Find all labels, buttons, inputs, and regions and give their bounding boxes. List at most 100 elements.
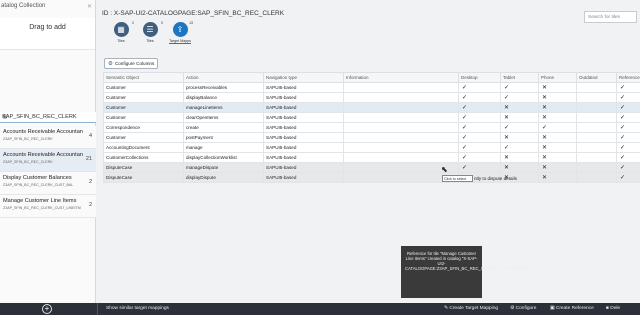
table-row[interactable]: DisputeCasedisplayDisputeSAPUI5-based✓✕✕… xyxy=(103,172,640,183)
table-cell-o xyxy=(576,102,617,113)
catalog-item[interactable]: Display Customer Balances Z3AP_SFIN_BC_R… xyxy=(0,172,96,195)
tiles-search-input[interactable]: Search for tiles xyxy=(584,11,637,23)
table-cell-p: ✕ xyxy=(538,162,577,173)
table-cell-obj: Correspondence xyxy=(103,122,184,133)
table-cell-action: displayDispute xyxy=(183,172,264,183)
table-row[interactable]: Customer displayBalance SAPUI5-based ✓ ✓ ✕ ✓ xyxy=(103,92,640,103)
catalog-item-selected[interactable]: Accounts Receivable Accountant Z3AP_SFIN… xyxy=(0,149,96,172)
create-target-mapping-button[interactable]: ✎ Create Target Mapping xyxy=(444,306,498,311)
catalog-item-count: 2 xyxy=(88,202,92,208)
table-cell-nav: SAPUI5-based xyxy=(263,172,344,183)
table-cell-r: ✓ xyxy=(616,162,640,173)
table-cell-obj: Customer xyxy=(103,132,184,143)
delete-button[interactable]: ■ Dele xyxy=(606,306,620,311)
create-reference-button[interactable]: ▣ Create Reference xyxy=(550,306,594,311)
column-header[interactable]: Navigation type xyxy=(263,72,344,83)
reference-popover: Reference for tile "Manage Customer Line… xyxy=(401,246,529,298)
catalog-item-title: Display Customer Balances xyxy=(3,175,72,181)
table-cell-p: ✕ xyxy=(538,142,577,153)
table-row[interactable]: Customer clearOpenItems SAPUI5-based ✓ ✕ ✕ ✓ xyxy=(103,112,640,123)
table-cell-action: clearOpenItems xyxy=(183,112,264,123)
pin-icon[interactable]: ✕ xyxy=(87,3,92,10)
search-icon[interactable]: ⌕ xyxy=(2,113,94,121)
column-header[interactable]: Tablet xyxy=(500,72,539,83)
table-cell-action: create xyxy=(183,122,264,133)
table-row[interactable]: Customer manageLineItems SAPUI5-based ✓ ✕ ✕ ✓ xyxy=(103,102,640,113)
tab-tiles[interactable]: ▦ 2 Tiles xyxy=(110,21,134,43)
table-row[interactable]: AccountingDocument manage SAPUI5-based ✓ ✓ ✕ ✓ xyxy=(103,142,640,153)
app-root: atalog Collection ✕ Drag to add SAP_SFIN… xyxy=(0,0,640,315)
table-cell-p: ✓ xyxy=(538,122,577,133)
column-header[interactable]: Information xyxy=(343,72,459,83)
catalog-search-field[interactable]: SAP_SFIN_BC_REC_CLERK ⊗ ⌕ xyxy=(0,112,96,123)
tab-label: Tiles xyxy=(117,39,125,43)
column-header[interactable]: Action xyxy=(183,72,264,83)
table-cell-r: ✓ xyxy=(616,172,640,183)
table-row[interactable]: DisputeCase manageDispute SAPUI5-based ✓ ✕ ✕ ✓ xyxy=(103,162,640,173)
table-body: Customer processReceivables SAPUI5-based ✓ ✓… xyxy=(103,82,640,183)
column-header[interactable]: Reference xyxy=(616,72,640,83)
table-cell-p: ✕ xyxy=(538,132,577,143)
table-cell-obj: AccountingDocument xyxy=(103,142,184,153)
table-row[interactable]: Correspondence create SAPUI5-based ✓ ✓ ✓ ✓ xyxy=(103,122,640,133)
create-target-mapping-label: Create Target Mapping xyxy=(449,306,499,311)
table-cell-nav: SAPUI5-based xyxy=(263,152,344,163)
table-cell-t: ✕ xyxy=(500,152,539,163)
table-cell-action: manage xyxy=(183,142,264,153)
table-row[interactable]: Customer processReceivables SAPUI5-based ✓ ✓… xyxy=(103,82,640,93)
table-cell-obj: Customer xyxy=(103,102,184,113)
table-cell-obj: Customer xyxy=(103,92,184,103)
table-cell-nav: SAPUI5-based xyxy=(263,102,344,113)
divider xyxy=(97,303,98,315)
table-cell-action: manageLineItems xyxy=(183,102,264,113)
table-cell-r: ✓ xyxy=(616,142,640,153)
configure-button[interactable]: ⚙ Configure xyxy=(510,306,536,311)
table-cell-info xyxy=(343,92,459,103)
table-cell-t: ✕ xyxy=(500,102,539,113)
table-cell-d: ✓ xyxy=(458,112,501,123)
catalog-header: atalog Collection xyxy=(1,3,46,9)
tab-target-mappings[interactable]: ⇪ 13 Target Mapps xyxy=(169,21,193,44)
table-cell-nav: SAPUI5-based xyxy=(263,112,344,123)
column-header[interactable]: Desktop xyxy=(458,72,501,83)
column-header[interactable]: Outdated xyxy=(576,72,617,83)
table-cell-info xyxy=(343,112,459,123)
table-cell-action: processReceivables xyxy=(183,82,264,93)
table-row[interactable]: Customer postPayment SAPUI5-based ✓ ✕ ✕ ✓ xyxy=(103,132,640,143)
table-cell-o xyxy=(576,122,617,133)
catalog-item[interactable]: Manage Customer Line Items Z3AP_SFIN_BC_… xyxy=(0,195,96,218)
catalog-item-count: 4 xyxy=(88,133,92,139)
table-cell-r: ✓ xyxy=(616,112,640,123)
catalog-item[interactable]: Accounts Receivable Accountant Z3AP_SFIN… xyxy=(0,126,96,149)
configure-label: Configure xyxy=(515,306,537,311)
table-cell-t: ✓ xyxy=(500,142,539,153)
table-cell-action: manageDispute xyxy=(183,162,264,173)
column-header[interactable]: Phone xyxy=(538,72,577,83)
table-cell-o xyxy=(576,112,617,123)
table-cell-t: ✕ xyxy=(500,162,539,173)
show-similar-button[interactable]: Show similar target mappings xyxy=(106,306,169,311)
table-cell-obj: DisputeCase xyxy=(103,162,184,173)
table-cell-info xyxy=(343,132,459,143)
mouse-cursor-icon: ⬉ xyxy=(441,165,448,174)
table-cell-d: ✓ xyxy=(458,102,501,113)
table-cell-t: ✓ xyxy=(500,92,539,103)
table-header-row: Semantic Object Action Navigation type I… xyxy=(103,72,640,83)
table-cell-t: ✓ xyxy=(500,82,539,93)
table-row[interactable]: CustomerCollections displayCollectionWork… xyxy=(103,152,640,163)
tile-count: 0 xyxy=(161,21,163,25)
table-cell-t: ✕ xyxy=(500,132,539,143)
table-cell-obj: Customer xyxy=(103,82,184,93)
drag-drop-zone[interactable]: Drag to add xyxy=(0,18,95,50)
add-icon[interactable]: + xyxy=(42,304,52,314)
tab-links[interactable]: ☰ 0 Tiles xyxy=(139,21,163,43)
catalog-item-count: 2 xyxy=(88,179,92,185)
catalog-item-id: Z3AP_SFIN_BC_REC_CLERK xyxy=(3,160,53,164)
table-cell-p: ✕ xyxy=(538,112,577,123)
table-cell-p: ✕ xyxy=(538,102,577,113)
column-header[interactable]: Semantic Object xyxy=(103,72,184,83)
table-cell-obj: DisputeCase xyxy=(103,172,184,183)
table-cell-r: ✓ xyxy=(616,92,640,103)
configure-columns-button[interactable]: ⚙ Configure Columns xyxy=(104,58,159,69)
table-cell-nav: SAPUI5-based xyxy=(263,92,344,103)
